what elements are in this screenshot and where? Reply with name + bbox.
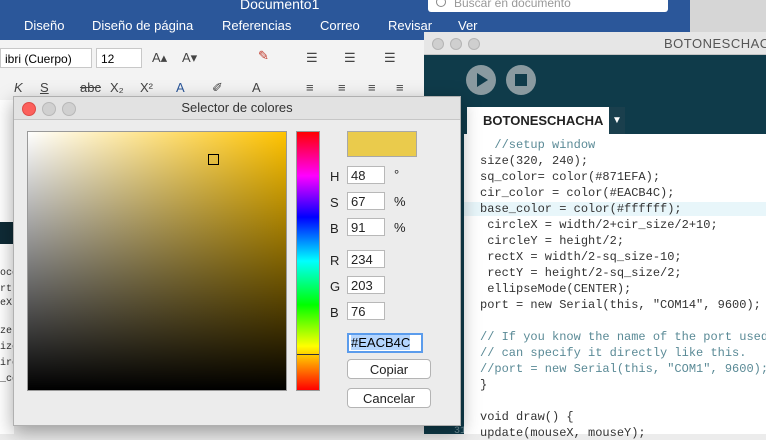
multilevel-icon[interactable]: ☰: [384, 50, 396, 66]
doc-highlight-band: [0, 222, 14, 244]
bullets-icon[interactable]: ☰: [306, 50, 318, 66]
tab-menu-arrow-icon[interactable]: ▼: [609, 107, 625, 134]
hex-value: #EACB4C: [351, 335, 411, 350]
zoom-icon[interactable]: [468, 38, 480, 50]
code-line: size(320, 240);: [480, 154, 589, 168]
code-line: port = new Serial(this, "COM14", 9600);: [480, 298, 761, 312]
minimize-icon[interactable]: [42, 102, 56, 116]
doc-fragment: eX: [0, 298, 13, 309]
search-icon: [436, 0, 446, 7]
copy-button[interactable]: Copiar: [347, 359, 431, 379]
code-line: update(mouseX, mouseY);: [480, 426, 646, 440]
degree-unit: °: [394, 167, 400, 182]
underline-icon[interactable]: S: [40, 80, 49, 95]
color-preview-swatch: [347, 131, 417, 157]
cancel-button[interactable]: Cancelar: [347, 388, 431, 408]
close-icon[interactable]: [22, 102, 36, 116]
processing-window: BOTONESCHACHA BOTONESCHACHA ▼ 3 31 //set…: [424, 32, 766, 440]
label-blue: B: [330, 305, 339, 320]
doc-fragment: rt: [0, 284, 13, 295]
subscript-icon[interactable]: X₂: [110, 80, 124, 95]
code-line: rectX = width/2-sq_size-10;: [480, 250, 682, 264]
minimize-icon[interactable]: [450, 38, 462, 50]
hue-slider[interactable]: [296, 131, 320, 391]
sketch-tab[interactable]: BOTONESCHACHA: [467, 107, 625, 134]
font-size-field[interactable]: 12: [96, 48, 142, 68]
code-line: }: [480, 378, 488, 392]
processing-toolbar: [424, 55, 766, 107]
dialog-titlebar: Selector de colores: [14, 97, 460, 120]
color-cursor[interactable]: [208, 154, 219, 165]
hex-field[interactable]: #EACB4C: [347, 333, 423, 353]
tab-ver[interactable]: Ver: [458, 18, 478, 33]
text-effects-icon[interactable]: A: [176, 80, 185, 95]
code-line: // can specify it directly like this.: [480, 346, 747, 360]
green-field[interactable]: 203: [347, 276, 385, 294]
color-picker-dialog: Selector de colores H 48 ° S 67 % B 91 %…: [13, 96, 461, 426]
shrink-font-icon[interactable]: A▾: [182, 50, 197, 66]
code-line: circleX = width/2+cir_size/2+10;: [480, 218, 718, 232]
zoom-icon[interactable]: [62, 102, 76, 116]
numbering-icon[interactable]: ☰: [344, 50, 356, 66]
font-name-field[interactable]: ibri (Cuerpo): [0, 48, 92, 68]
processing-titlebar: BOTONESCHACHA: [424, 32, 766, 55]
label-s: S: [330, 195, 339, 210]
code-line: rectY = height/2-sq_size/2;: [480, 266, 682, 280]
label-g: G: [330, 279, 341, 294]
processing-title: BOTONESCHACHA: [664, 36, 766, 51]
word-search-placeholder: Buscar en documento: [454, 0, 571, 10]
tab-diseno-pagina[interactable]: Diseño de página: [92, 18, 193, 33]
saturation-field[interactable]: 67: [347, 192, 385, 210]
label-b: B: [330, 221, 339, 236]
code-line: sq_color= color(#871EFA);: [480, 170, 661, 184]
hue-marker[interactable]: [297, 354, 319, 355]
code-line: // If you know the name of the port used: [480, 330, 766, 344]
align-left-icon[interactable]: ≡: [306, 80, 314, 95]
italic-icon[interactable]: K: [14, 80, 23, 95]
tab-revisar[interactable]: Revisar: [388, 18, 432, 33]
tab-referencias[interactable]: Referencias: [222, 18, 291, 33]
align-center-icon[interactable]: ≡: [338, 80, 346, 95]
code-line: cir_color = color(#EACB4C);: [480, 186, 675, 200]
brightness-field[interactable]: 91: [347, 218, 385, 236]
code-line-current: base_color = color(#ffffff);: [464, 202, 766, 216]
percent-unit: %: [394, 220, 406, 235]
run-button[interactable]: [466, 65, 496, 95]
play-icon: [477, 73, 488, 87]
code-line: ellipseMode(CENTER);: [480, 282, 632, 296]
clear-format-icon[interactable]: ✎: [258, 48, 269, 64]
code-line: void draw() {: [480, 410, 574, 424]
code-line: //port = new Serial(this, "COM1", 9600);: [480, 362, 766, 376]
code-editor[interactable]: //setup window size(320, 240); sq_color=…: [464, 134, 766, 440]
superscript-icon[interactable]: X²: [140, 80, 153, 95]
highlight-icon[interactable]: ✐: [212, 80, 223, 96]
processing-tabbar: BOTONESCHACHA ▼: [424, 107, 766, 134]
stop-button[interactable]: [506, 65, 536, 95]
grow-font-icon[interactable]: A▴: [152, 50, 167, 66]
blue-field[interactable]: 76: [347, 302, 385, 320]
justify-icon[interactable]: ≡: [396, 80, 404, 95]
tab-correo[interactable]: Correo: [320, 18, 360, 33]
code-line: circleY = height/2;: [480, 234, 625, 248]
stop-icon: [515, 74, 527, 86]
hue-field[interactable]: 48: [347, 166, 385, 184]
word-document-title: Documento1: [240, 0, 320, 12]
code-line: //setup window: [480, 138, 596, 152]
doc-fragment: ze: [0, 326, 13, 337]
saturation-brightness-field[interactable]: [27, 131, 287, 391]
label-r: R: [330, 253, 340, 268]
dialog-title: Selector de colores: [181, 100, 293, 115]
red-field[interactable]: 234: [347, 250, 385, 268]
label-h: H: [330, 169, 340, 184]
tab-diseno[interactable]: Diseño: [24, 18, 64, 33]
strikethrough-icon[interactable]: abc: [80, 80, 101, 95]
percent-unit: %: [394, 194, 406, 209]
font-color-icon[interactable]: A: [252, 80, 261, 95]
close-icon[interactable]: [432, 38, 444, 50]
word-document-page: oce rt eX ze ize ire _co: [0, 100, 18, 434]
word-search-field[interactable]: Buscar en documento: [428, 0, 668, 12]
align-right-icon[interactable]: ≡: [368, 80, 376, 95]
